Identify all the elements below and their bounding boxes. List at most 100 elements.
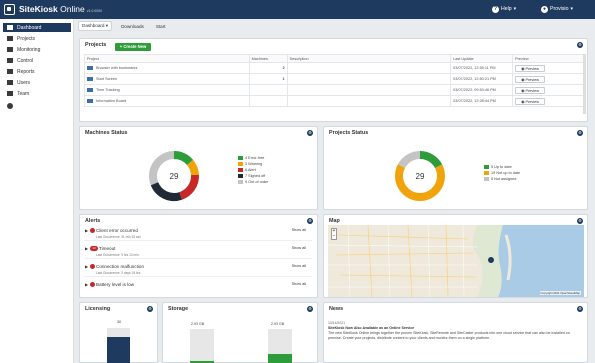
tab-downloads[interactable]: Downloads: [118, 23, 147, 30]
last-update: 03/07/2022, 12:28:44 PM: [450, 95, 514, 107]
preview-button[interactable]: ◉ Preview: [515, 75, 546, 83]
donut-slice[interactable]: [419, 151, 443, 169]
last-update: 03/07/2022, 12:59:11 PM: [450, 62, 514, 74]
sitekiosk-logo-icon: [4, 4, 15, 15]
gear-icon[interactable]: ⚙: [577, 130, 583, 136]
table-row[interactable]: Browser with bookmarks 2 03/07/2022, 12:…: [84, 62, 585, 74]
show-all-link[interactable]: Show all: [292, 264, 306, 268]
projects-status-panel: Projects Status ⚙ 29 5 Up to date 19 Not…: [323, 126, 588, 210]
table-row[interactable]: Information Board 03/07/2022, 12:28:44 P…: [84, 95, 585, 107]
column-header-machines[interactable]: Machines: [248, 54, 288, 63]
chevron-right-icon[interactable]: ▶: [85, 228, 88, 233]
legend-swatch: [238, 156, 243, 160]
alert-item[interactable]: ▶ Connection malfunction Last Occurrence…: [84, 263, 312, 277]
sidebar-item-reports[interactable]: Reports: [3, 67, 71, 76]
donut-slice[interactable]: [179, 174, 199, 200]
map-view[interactable]: + − Copyright 2021 OpenStreetMap: [328, 225, 584, 297]
alert-item[interactable]: ▶ Battery level is low Show all: [84, 281, 312, 295]
legend-swatch: [238, 168, 243, 172]
project-thumbnail-icon: [87, 88, 93, 92]
monitoring-icon: [7, 47, 13, 52]
donut-slice[interactable]: [150, 182, 182, 201]
gear-icon[interactable]: ⚙: [307, 130, 313, 136]
project-name-link[interactable]: Information Board: [84, 95, 250, 107]
map-marker-icon[interactable]: [488, 257, 494, 263]
table-row[interactable]: Time Tracking 03/07/2022, 09:53:46 PM ◉ …: [84, 84, 585, 96]
zoom-controls[interactable]: + −: [331, 228, 337, 240]
tab-start[interactable]: Start: [153, 23, 169, 30]
settings-icon[interactable]: [7, 103, 13, 109]
gear-icon[interactable]: ⚙: [307, 218, 313, 224]
dashboard-icon: [7, 25, 13, 30]
chevron-down-icon: ▾: [570, 6, 574, 12]
projects-status-legend: 5 Up to date 19 Not up to date 5 Not ass…: [484, 164, 520, 182]
machines-status-panel: Machines Status ⚙ 29 4 Error-free 3 Warn…: [79, 126, 318, 210]
gear-icon[interactable]: ⚙: [147, 306, 153, 312]
machines-count: 1: [248, 73, 288, 85]
gear-icon[interactable]: ⚙: [577, 42, 583, 48]
column-header-project[interactable]: Project: [84, 54, 250, 63]
project-name-link[interactable]: Start Screen: [84, 73, 250, 85]
licensing-value: 30: [117, 320, 122, 324]
preview-button[interactable]: ◉ Preview: [515, 97, 546, 105]
tab-dashboard[interactable]: Dashboard ▾: [78, 21, 113, 31]
gear-icon[interactable]: ⚙: [577, 218, 583, 224]
sidebar-item-users[interactable]: Users: [3, 78, 71, 87]
project-thumbnail-icon: [87, 77, 93, 81]
alert-item[interactable]: ▶ 13 Timeout Last Occurrence: 9 hrs 13 m…: [84, 245, 312, 259]
project-name-link[interactable]: Time Tracking: [84, 84, 250, 96]
chevron-right-icon[interactable]: ▶: [85, 264, 88, 269]
donut-slice[interactable]: [397, 151, 421, 169]
control-icon: [7, 58, 13, 63]
legend-swatch: [238, 162, 243, 166]
show-all-link[interactable]: Show all: [292, 228, 306, 232]
top-bar: SiteKiosk Online v1.0.0000 ? Help ▾ ● Pro…: [0, 0, 595, 19]
sidebar-item-control[interactable]: Control: [3, 56, 71, 65]
sidebar-item-dashboard[interactable]: Dashboard: [3, 23, 71, 32]
chevron-right-icon[interactable]: ▶: [85, 282, 88, 287]
user-icon: ●: [541, 6, 548, 13]
projects-status-donut: 29: [395, 151, 445, 201]
sidebar-item-monitoring[interactable]: Monitoring: [3, 45, 71, 54]
sidebar-item-team[interactable]: Team: [3, 89, 71, 98]
help-button[interactable]: ? Help ▾: [492, 4, 516, 15]
projects-total: 29: [416, 172, 425, 181]
preview-button[interactable]: ◉ Preview: [515, 64, 546, 72]
map-title: Map: [329, 218, 340, 224]
table-row[interactable]: Start Screen 1 03/07/2022, 12:50:21 PM ◉…: [84, 73, 585, 85]
alert-icon: [90, 228, 95, 233]
preview-cell: ◉ Preview: [512, 73, 585, 85]
column-header-preview: Preview: [512, 54, 585, 63]
chevron-right-icon[interactable]: ▶: [85, 246, 88, 251]
projects-panel: Projects + Create New ⚙ Project Machines…: [79, 38, 588, 122]
show-all-link[interactable]: Show all: [292, 246, 306, 250]
storage-bar: [268, 329, 292, 363]
create-new-button[interactable]: + Create New: [115, 43, 151, 51]
gear-icon[interactable]: ⚙: [307, 306, 313, 312]
alert-count-badge: 13: [90, 246, 98, 251]
news-article: 10/14/2021 SiteKiosk Now Also Available …: [328, 321, 578, 341]
sidebar-item-projects[interactable]: Projects: [3, 34, 71, 43]
preview-cell: ◉ Preview: [512, 84, 585, 96]
storage-label: 2.93 GB: [191, 322, 205, 326]
donut-slice[interactable]: [186, 159, 199, 176]
reports-icon: [7, 69, 13, 74]
machines-status-donut: 29: [149, 151, 199, 201]
gear-icon[interactable]: ⚙: [577, 306, 583, 312]
news-panel: News ⚙ 10/14/2021 SiteKiosk Now Also Ava…: [323, 302, 588, 363]
machines-count: 2: [248, 62, 288, 74]
alerts-panel: Alerts ⚙ ▶ Client error occurred Last Oc…: [79, 214, 318, 298]
show-all-link[interactable]: Show all: [292, 282, 306, 286]
sidebar: Dashboard Projects Monitoring Control Re…: [0, 19, 74, 363]
column-header-description[interactable]: Description: [286, 54, 452, 63]
project-name-link[interactable]: Browser with bookmarks: [84, 62, 250, 74]
news-body: The new SiteKiosk Online brings together…: [328, 331, 570, 340]
map-panel: Map ⚙ + − Copyright 2021 OpenStreetMap: [323, 214, 588, 298]
donut-slice[interactable]: [395, 164, 445, 201]
donut-slice[interactable]: [173, 151, 194, 166]
preview-button[interactable]: ◉ Preview: [515, 86, 546, 94]
user-menu-button[interactable]: ● Provisio ▾: [541, 4, 573, 15]
alert-item[interactable]: ▶ Client error occurred Last Occurrence:…: [84, 227, 312, 241]
table-scrollbar[interactable]: [583, 54, 586, 114]
column-header-last-update[interactable]: Last Update: [450, 54, 514, 63]
